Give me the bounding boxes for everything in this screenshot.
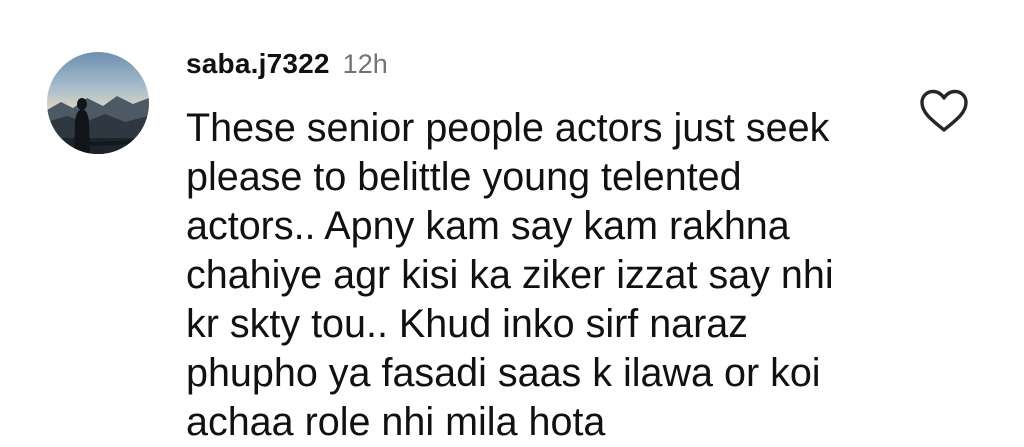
avatar-image bbox=[47, 52, 149, 154]
comment-text-line: achaa role nhi mila hota bbox=[186, 400, 606, 444]
username[interactable]: saba.j7322 bbox=[186, 48, 330, 80]
heart-outline-icon bbox=[920, 89, 968, 132]
like-button[interactable] bbox=[918, 88, 970, 134]
avatar[interactable] bbox=[47, 52, 149, 154]
comment-text-line: please to belittle young telented bbox=[186, 155, 742, 199]
comment-text: These senior people actors just seek ple… bbox=[186, 104, 886, 447]
comment-text-line: phupho ya fasadi saas k ilawa or koi bbox=[186, 351, 821, 395]
timestamp: 12h bbox=[342, 49, 388, 79]
comment-text-line: chahiye agr kisi ka ziker izzat say nhi bbox=[186, 253, 834, 297]
comment-text-line: These senior people actors just seek bbox=[186, 106, 830, 150]
comment-item: saba.j7322 12h These senior people actor… bbox=[0, 0, 1024, 444]
comment-header: saba.j7322 12h bbox=[186, 48, 388, 88]
comment-text-line: actors.. Apny kam say kam rakhna bbox=[186, 204, 790, 248]
comment-text-line: kr skty tou.. Khud inko sirf naraz bbox=[186, 302, 749, 346]
